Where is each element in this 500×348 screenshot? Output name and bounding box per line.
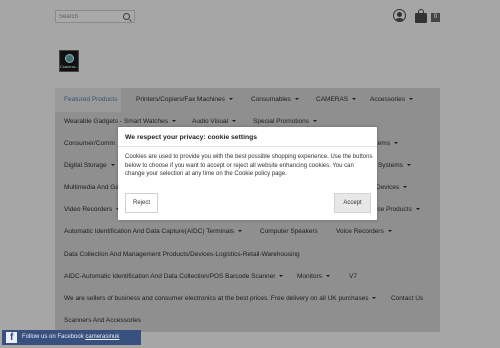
nav-item[interactable]: Featured Products: [64, 96, 117, 104]
nav-item-label: AIDC-Automatic Identification And Data C…: [64, 273, 276, 280]
nav-item-label: Contact Us: [391, 295, 424, 302]
nav-item-label: Featured Products: [64, 96, 118, 103]
nav-item[interactable]: Accessories: [370, 96, 414, 104]
nav-item-label: tems: [376, 140, 391, 147]
cart-icon-bag: [415, 13, 427, 23]
facebook-follow-text[interactable]: Follow us on Facebook camerasinuk: [22, 334, 119, 340]
chevron-down-icon: [403, 186, 408, 188]
account-icon-head: [397, 12, 402, 17]
nav-item-label: Voice Recorders: [336, 228, 384, 235]
nav-item-label: Audio Visual: [192, 118, 229, 125]
cookie-dialog-text: Cookies are used to provide you with the…: [125, 154, 373, 178]
nav-item[interactable]: Special Promotions: [253, 118, 317, 126]
account-icon-body: [395, 18, 404, 21]
nav-item-label: Wearable Gadgets - Smart Watches: [64, 118, 169, 125]
nav-item-label: Computer Speakers: [260, 228, 318, 235]
nav-item[interactable]: Wearable Gadgets - Smart Watches: [64, 118, 177, 126]
nav-item-label: Monitors: [297, 273, 322, 280]
chevron-down-icon: [294, 98, 299, 100]
chevron-down-icon: [313, 120, 317, 122]
nav-item-label: We are sellers of business and consumer …: [64, 295, 369, 302]
chevron-down-icon: [110, 164, 115, 166]
top-bar: 0: [0, 0, 500, 36]
facebook-page-link[interactable]: camerasinuk: [85, 334, 119, 340]
nav-item[interactable]: Monitors: [297, 273, 330, 281]
nav-item-label: Multimedia And Ga: [64, 184, 119, 191]
store-logo[interactable]: Cameras...: [59, 50, 79, 72]
chevron-down-icon: [228, 98, 233, 100]
nav-item-label: Data Collection And Management Products/…: [64, 251, 300, 258]
chevron-down-icon: [238, 230, 243, 232]
nav-item[interactable]: CAMERAS: [316, 96, 357, 104]
chevron-down-icon: [394, 142, 399, 144]
nav-item[interactable]: Printers/Copiers/Fax Machines: [136, 96, 233, 104]
cookie-dialog-title: We respect your privacy: cookie settings: [125, 134, 258, 141]
chevron-down-icon: [372, 297, 377, 299]
chevron-down-icon: [415, 208, 420, 210]
cookie-dialog-divider: [118, 146, 377, 147]
cookie-consent-dialog: We respect your privacy: cookie settings…: [118, 127, 377, 220]
chevron-down-icon: [232, 120, 237, 122]
chevron-down-icon: [172, 120, 177, 122]
nav-item-label: Scanners And Accessories: [64, 317, 141, 324]
reject-cookies-button[interactable]: Reject: [125, 193, 158, 213]
nav-item[interactable]: Consumables: [251, 96, 299, 104]
nav-item[interactable]: tems: [376, 140, 399, 148]
nav-item[interactable]: We are sellers of business and consumer …: [64, 295, 377, 303]
accept-cookies-button[interactable]: Accept: [334, 193, 371, 213]
search-box[interactable]: [55, 10, 135, 23]
nav-item[interactable]: Scanners And Accessories: [64, 317, 141, 325]
nav-item[interactable]: Consumer/Comm: [64, 140, 115, 148]
nav-item-label: Digital Storage: [64, 162, 107, 169]
nav-item[interactable]: Devices: [376, 184, 408, 192]
nav-item[interactable]: Contact Us: [391, 295, 423, 303]
nav-item-label: r Systems: [374, 162, 403, 169]
account-icon[interactable]: [393, 9, 406, 22]
nav-item[interactable]: Video Recorders: [64, 206, 121, 214]
cart-count-badge[interactable]: 0: [431, 13, 440, 22]
nav-item-label: Printers/Copiers/Fax Machines: [136, 96, 225, 103]
nav-item[interactable]: Multimedia And Ga: [64, 184, 119, 192]
facebook-follow-bar[interactable]: f Follow us on Facebook camerasinuk: [2, 330, 141, 345]
nav-item-label: CAMERAS: [316, 96, 349, 103]
nav-item-label: Consumables: [251, 96, 291, 103]
search-input[interactable]: [59, 11, 121, 22]
nav-item-label: Consumer/Comm: [64, 140, 115, 147]
nav-item[interactable]: Audio Visual: [192, 118, 237, 126]
facebook-icon: f: [6, 332, 17, 343]
nav-item-label: Automatic Identification And Data Captur…: [64, 228, 235, 235]
nav-item-label: Special Promotions: [253, 118, 309, 125]
chevron-down-icon: [352, 98, 357, 100]
nav-item[interactable]: Data Collection And Management Products/…: [64, 251, 300, 259]
nav-item[interactable]: V7: [349, 273, 357, 281]
nav-item-label: V7: [349, 273, 357, 280]
nav-item[interactable]: AIDC-Automatic Identification And Data C…: [64, 273, 284, 281]
facebook-follow-label: Follow us on Facebook: [22, 334, 84, 340]
nav-item-label: Devices: [376, 184, 400, 191]
chevron-down-icon: [279, 275, 284, 277]
nav-item[interactable]: Automatic Identification And Data Captur…: [64, 228, 243, 236]
nav-item-label: Video Recorders: [64, 206, 113, 213]
logo-text: Cameras...: [60, 65, 80, 69]
chevron-down-icon: [406, 164, 411, 166]
nav-item-label: Accessories: [370, 96, 406, 103]
nav-item[interactable]: Digital Storage: [64, 162, 115, 170]
cart-icon[interactable]: [415, 9, 428, 23]
nav-item[interactable]: Voice Recorders: [336, 228, 392, 236]
chevron-down-icon: [409, 98, 414, 100]
nav-item[interactable]: Computer Speakers: [260, 228, 318, 236]
nav-item[interactable]: r Systems: [374, 162, 411, 170]
search-icon[interactable]: [123, 13, 130, 20]
chevron-down-icon: [387, 230, 392, 232]
chevron-down-icon: [325, 275, 330, 277]
logo-emblem-icon: [65, 54, 74, 63]
